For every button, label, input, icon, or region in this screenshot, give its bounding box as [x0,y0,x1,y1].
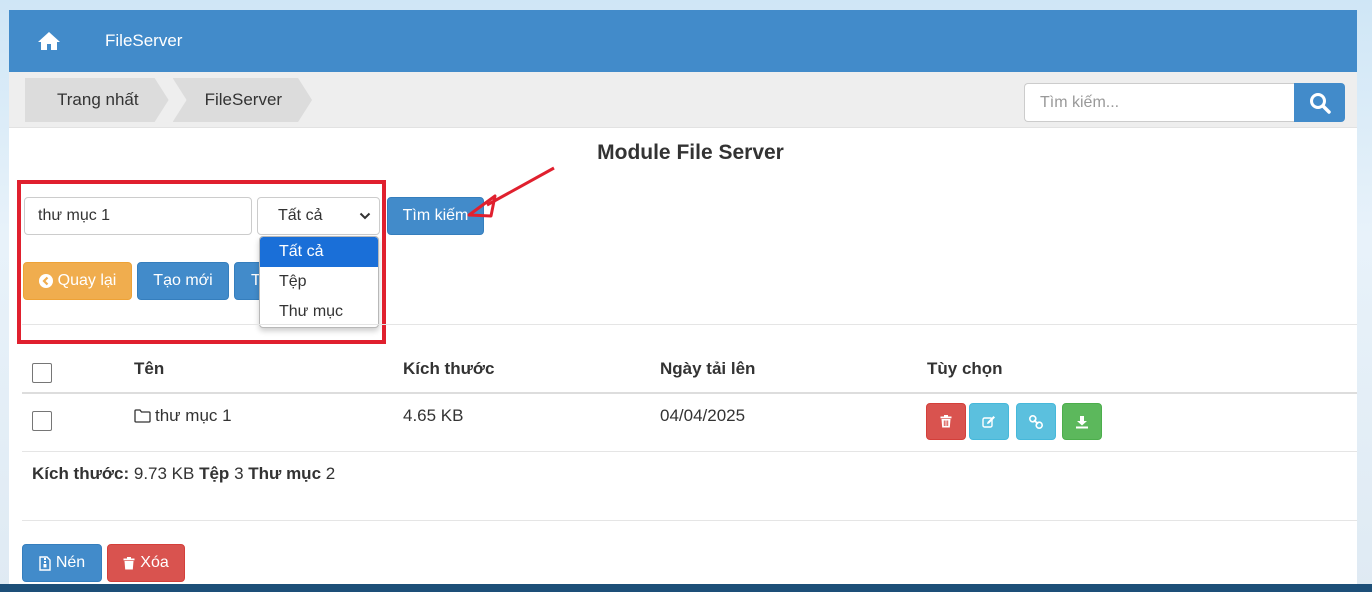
top-search [1024,83,1345,122]
divider [22,324,1357,325]
search-button-label: Tìm kiếm [402,207,469,224]
type-dropdown-list: Tất cả Tệp Thư mục [259,236,379,328]
download-icon [1076,415,1088,428]
summary-size-label: Kích thước: [32,464,130,483]
trash-icon [123,556,135,569]
folder-summary: Kích thước: 9.73 KB Tệp 3 Thư mục 2 [32,464,335,484]
divider [22,520,1357,521]
compress-button[interactable]: Nén [22,544,102,582]
edit-icon [982,415,995,428]
select-all-checkbox[interactable] [32,363,52,383]
row-date: 04/04/2025 [660,406,746,425]
table-row-name[interactable]: thư mục 1 [134,406,232,426]
chevron-down-icon [359,212,371,220]
row-name-text: thư mục 1 [155,406,232,425]
type-option-folder[interactable]: Thư mục [260,297,378,327]
summary-size-value: 9.73 KB [133,464,195,483]
row-checkbox[interactable] [32,411,52,431]
brand-link[interactable]: FileServer [105,31,182,51]
table-header-divider [22,392,1357,394]
column-header-size: Kích thước [403,359,495,378]
type-option-file[interactable]: Tệp [260,267,378,297]
search-icon [1309,92,1331,114]
create-button-label: Tạo mới [153,272,213,289]
chevron-left-circle-icon [38,274,53,288]
top-search-input[interactable] [1024,83,1294,122]
folder-icon [134,409,151,423]
summary-files-label: Tệp [199,464,230,483]
type-select[interactable]: Tất cả [257,197,380,235]
type-select-value: Tất cả [278,207,323,224]
home-icon [38,32,60,50]
top-search-button[interactable] [1294,83,1345,122]
breadcrumb: Trang nhất FileServer [25,78,316,122]
type-option-all[interactable]: Tất cả [260,237,378,267]
table-row-divider [22,451,1357,452]
breadcrumb-bar: Trang nhất FileServer [9,72,1357,128]
summary-folders-value: 2 [325,464,336,483]
keyword-input[interactable]: thư mục 1 [24,197,252,235]
row-edit-button[interactable] [969,403,1009,440]
link-icon [1029,414,1043,429]
summary-files-value: 3 [234,464,244,483]
row-delete-button[interactable] [926,403,966,440]
page-title: Module File Server [597,141,784,164]
row-size: 4.65 KB [403,406,464,425]
trash-icon [940,415,952,428]
breadcrumb-home[interactable]: Trang nhất [25,78,169,122]
delete-selected-button-label: Xóa [140,554,169,571]
column-header-options: Tùy chọn [927,359,1003,378]
column-header-date: Ngày tải lên [660,359,756,378]
breadcrumb-fileserver[interactable]: FileServer [173,78,312,122]
column-header-name: Tên [134,359,165,378]
back-button[interactable]: Quay lại [23,262,132,300]
back-button-label: Quay lại [57,272,117,289]
home-button[interactable] [9,10,89,72]
compress-button-label: Nén [55,554,86,571]
row-link-button[interactable] [1016,403,1056,440]
summary-folders-label: Thư mục [248,464,322,483]
create-button[interactable]: Tạo mới [137,262,229,300]
top-navbar: FileServer [9,10,1357,72]
search-button[interactable]: Tìm kiếm [387,197,484,235]
app-window: FileServer Trang nhất FileServer Module … [9,10,1357,584]
zip-file-icon [39,555,51,571]
delete-selected-button[interactable]: Xóa [107,544,185,582]
row-download-button[interactable] [1062,403,1102,440]
page-bottom-strip [0,584,1372,592]
